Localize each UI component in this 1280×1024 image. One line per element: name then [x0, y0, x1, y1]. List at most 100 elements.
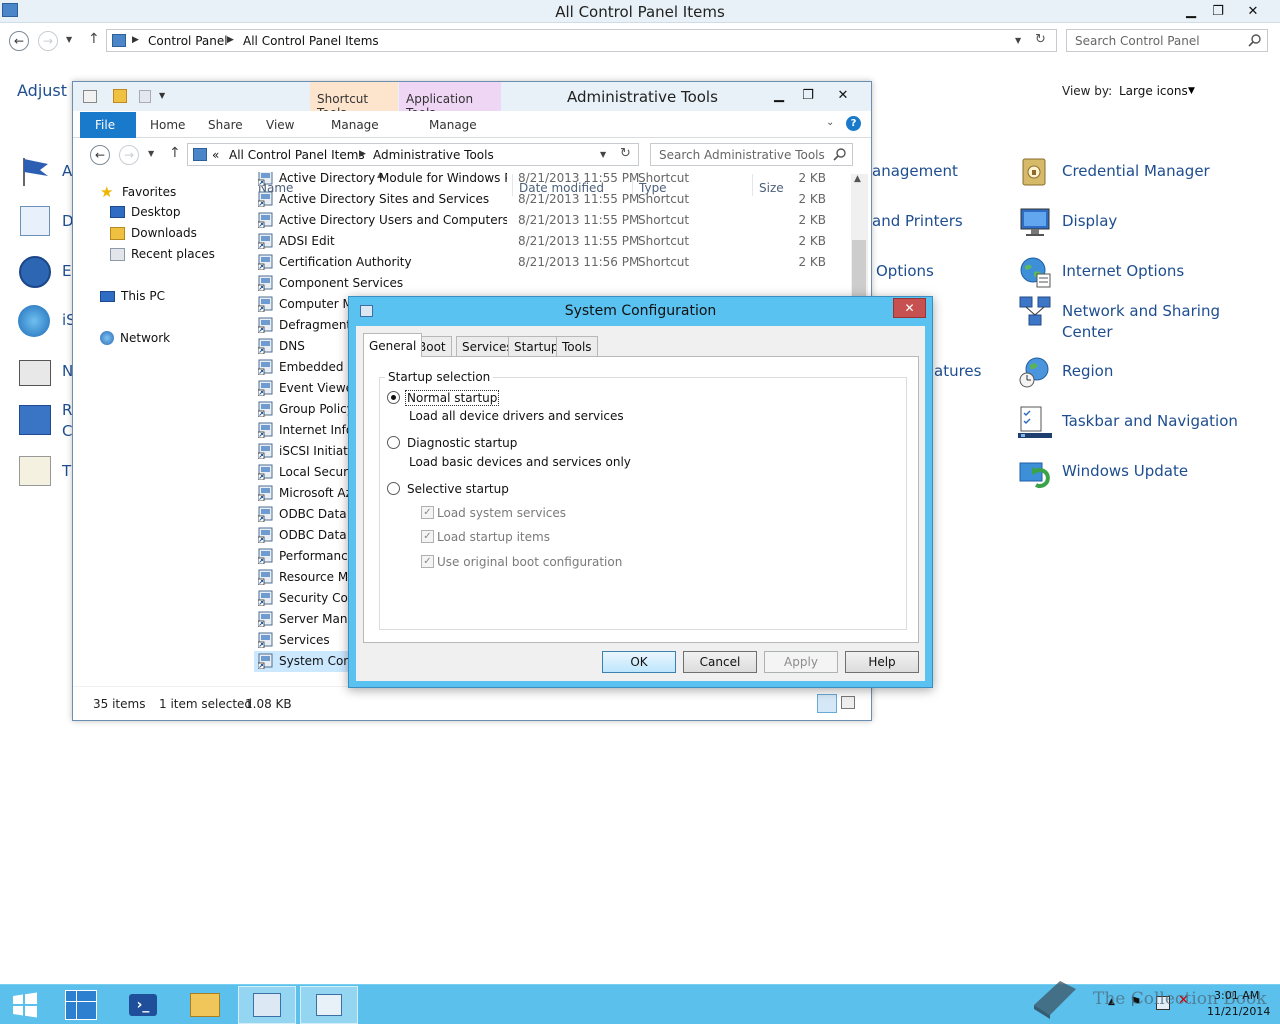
cp-item-display[interactable]: Display: [1018, 205, 1117, 239]
apply-button[interactable]: Apply: [764, 651, 838, 673]
normal-startup-label[interactable]: Normal startup: [404, 390, 500, 406]
minimize-button[interactable]: ▁: [1178, 0, 1204, 22]
cp-left-icon-action-center[interactable]: [18, 156, 52, 186]
checkbox-load-system-services[interactable]: ✓: [421, 506, 434, 519]
clock-time[interactable]: 3:01 AM: [1214, 989, 1259, 1002]
large-icons-view-icon[interactable]: [841, 696, 855, 709]
cp-item-windows-update[interactable]: Windows Update: [1018, 455, 1188, 489]
tab-tools[interactable]: Tools: [556, 336, 598, 356]
maximize-button[interactable]: ❐: [1205, 0, 1231, 22]
breadcrumb-overflow[interactable]: «: [212, 148, 219, 162]
properties-icon[interactable]: [83, 90, 97, 103]
new-folder-icon[interactable]: [113, 89, 127, 103]
nav-recent-places[interactable]: Recent places: [110, 247, 215, 261]
table-row[interactable]: ADSI Edit 8/21/2013 11:55 PM Shortcut 2 KB: [258, 231, 848, 252]
cp-left-icon-remoteapp[interactable]: [19, 405, 51, 435]
cp-left-item-fragment[interactable]: A: [62, 162, 72, 180]
cp-left-item-fragment[interactable]: C: [62, 422, 72, 440]
start-button[interactable]: [0, 986, 50, 1024]
breadcrumb-all-items[interactable]: All Control Panel Items: [229, 148, 365, 162]
forward-button[interactable]: →: [119, 145, 139, 165]
cancel-button[interactable]: Cancel: [683, 651, 757, 673]
minimize-button[interactable]: ▁: [766, 84, 792, 106]
selective-startup-label[interactable]: Selective startup: [407, 482, 509, 496]
help-button[interactable]: Help: [845, 651, 919, 673]
radio-normal-startup[interactable]: [387, 391, 400, 404]
address-bar[interactable]: « All Control Panel Items ▶ Administrati…: [187, 143, 639, 166]
cp-left-item-fragment[interactable]: T: [62, 462, 71, 480]
taskbar-server-manager[interactable]: [52, 986, 110, 1024]
up-button[interactable]: ↑: [169, 145, 181, 161]
up-button[interactable]: ↑: [88, 31, 100, 47]
taskbar-system-configuration[interactable]: [300, 986, 358, 1024]
cp-item-internet-options[interactable]: Internet Options: [1018, 255, 1184, 289]
close-button[interactable]: ✕: [893, 298, 926, 318]
address-dropdown-icon[interactable]: ▼: [600, 150, 606, 159]
context-tab-shortcut-tools[interactable]: Shortcut Tools: [310, 82, 398, 120]
cp-left-icon-datetime[interactable]: [20, 206, 50, 236]
cp-item-taskbar-navigation[interactable]: Taskbar and Navigation: [1018, 405, 1238, 439]
table-row[interactable]: Active Directory Module for Windows Powe…: [258, 172, 848, 189]
cp-left-item-fragment[interactable]: E: [62, 262, 71, 280]
address-bar[interactable]: ▶ Control Panel ▶ All Control Panel Item…: [106, 29, 1057, 52]
refresh-icon[interactable]: ↻: [1035, 32, 1046, 47]
nav-this-pc[interactable]: This PC: [100, 289, 165, 303]
taskbar-file-explorer[interactable]: [176, 986, 234, 1024]
cp-middle-item-fragment[interactable]: Options: [876, 262, 934, 280]
nav-downloads[interactable]: Downloads: [110, 226, 197, 240]
table-row[interactable]: Component Services: [258, 273, 848, 294]
maximize-button[interactable]: ❐: [795, 84, 821, 106]
ribbon-tab-view[interactable]: View: [266, 118, 294, 132]
cp-middle-item-fragment[interactable]: and Printers: [872, 212, 963, 230]
checkbox-use-original-boot-config[interactable]: ✓: [421, 555, 434, 568]
breadcrumb-admin-tools[interactable]: Administrative Tools: [373, 148, 494, 162]
recent-locations-chevron-icon[interactable]: ▼: [148, 149, 154, 158]
view-by-caret-icon[interactable]: ▼: [1188, 86, 1195, 96]
details-view-icon[interactable]: [817, 694, 837, 713]
cp-left-icon-ease-of-access[interactable]: [19, 256, 51, 288]
taskbar-powershell[interactable]: ›_: [114, 986, 172, 1024]
ribbon-tab-home[interactable]: Home: [150, 118, 185, 132]
cp-left-item-fragment[interactable]: R: [62, 401, 72, 419]
clock-date[interactable]: 11/21/2014: [1207, 1005, 1270, 1018]
address-dropdown-icon[interactable]: ▼: [1015, 36, 1021, 45]
cp-left-icon-text-to-speech[interactable]: [19, 456, 51, 486]
forward-button[interactable]: →: [38, 31, 58, 51]
ribbon-tab-manage-application[interactable]: Manage: [429, 118, 477, 132]
table-row[interactable]: Certification Authority 8/21/2013 11:56 P…: [258, 252, 848, 273]
nav-favorites[interactable]: ★ Favorites: [100, 184, 176, 200]
breadcrumb-control-panel[interactable]: Control Panel: [148, 34, 228, 48]
help-icon[interactable]: ?: [846, 116, 861, 131]
cp-item-credential-manager[interactable]: Credential Manager: [1018, 155, 1210, 189]
admin-tools-search-input[interactable]: Search Administrative Tools: [650, 143, 853, 166]
ribbon-tab-file[interactable]: File: [80, 112, 136, 138]
cp-middle-item-fragment[interactable]: atures: [934, 362, 981, 380]
scroll-up-icon[interactable]: ▲: [854, 174, 861, 184]
diagnostic-startup-label[interactable]: Diagnostic startup: [407, 436, 517, 450]
taskbar-control-panel[interactable]: [238, 986, 296, 1024]
breadcrumb-all-items[interactable]: All Control Panel Items: [243, 34, 379, 48]
back-button[interactable]: ←: [90, 145, 110, 165]
context-tab-application-tools[interactable]: Application Tools: [399, 82, 501, 120]
recent-locations-chevron-icon[interactable]: ▼: [66, 35, 72, 44]
cp-item-region[interactable]: Region: [1018, 355, 1113, 389]
ok-button[interactable]: OK: [602, 651, 676, 673]
ribbon-tab-manage-shortcut[interactable]: Manage: [331, 118, 379, 132]
radio-selective-startup[interactable]: [387, 482, 400, 495]
table-row[interactable]: Active Directory Sites and Services 8/21/…: [258, 189, 848, 210]
cp-middle-item-fragment[interactable]: anagement: [872, 162, 958, 180]
radio-diagnostic-startup[interactable]: [387, 436, 400, 449]
refresh-icon[interactable]: ↻: [620, 146, 631, 161]
table-row[interactable]: Active Directory Users and Computers 8/21…: [258, 210, 848, 231]
customize-toolbar-chevron-icon[interactable]: ▼: [159, 91, 165, 100]
view-by-dropdown[interactable]: Large icons: [1119, 84, 1188, 98]
cp-left-icon-notification[interactable]: [19, 360, 51, 386]
expand-ribbon-chevron-icon[interactable]: ⌄: [826, 117, 834, 128]
nav-desktop[interactable]: Desktop: [110, 205, 181, 219]
cp-left-icon-iscsi[interactable]: [18, 305, 50, 337]
tab-general[interactable]: General: [363, 333, 423, 357]
undo-icon[interactable]: [139, 90, 151, 103]
nav-network[interactable]: Network: [100, 331, 170, 345]
close-button[interactable]: ✕: [1240, 0, 1266, 22]
cp-item-network-sharing-center[interactable]: Network and Sharing Center: [1018, 295, 1232, 343]
